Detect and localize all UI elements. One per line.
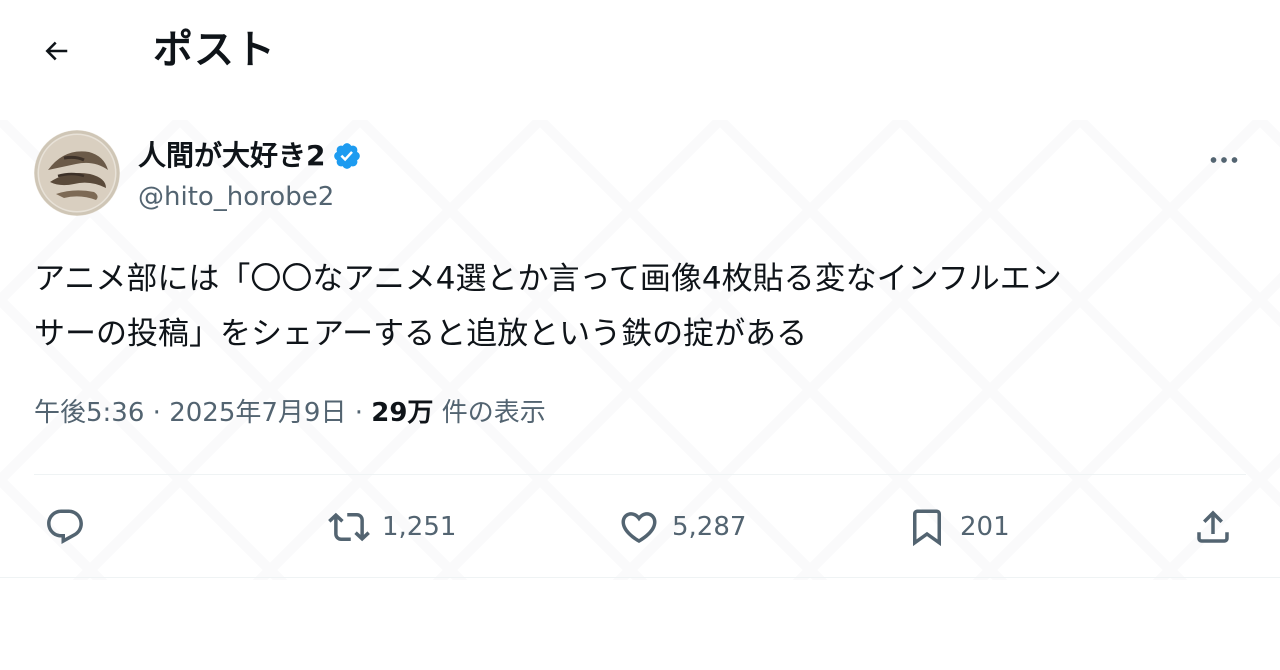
divider bbox=[0, 577, 1280, 578]
like-button[interactable]: 5,287 bbox=[618, 498, 746, 556]
user-handle[interactable]: @hito_horobe2 bbox=[138, 180, 334, 214]
post-author: 人間が大好き2 @hito_horobe2 bbox=[34, 130, 1246, 220]
post-text: アニメ部には「〇〇なアニメ4選とか言って画像4枚貼る変なインフルエン サーの投稿… bbox=[34, 252, 1246, 362]
verified-badge-icon[interactable] bbox=[331, 140, 363, 172]
back-button[interactable] bbox=[30, 25, 82, 77]
display-name-row: 人間が大好き2 bbox=[138, 138, 363, 174]
reply-button[interactable] bbox=[44, 498, 98, 556]
meta-separator: · bbox=[354, 398, 363, 428]
arrow-left-icon bbox=[45, 41, 68, 61]
views-count[interactable]: 29万 bbox=[371, 398, 433, 428]
post-text-line: サーの投稿」をシェアーすると追放という鉄の掟がある bbox=[34, 316, 808, 352]
post-text-line: アニメ部には「〇〇なアニメ4選とか言って画像4枚貼る変なインフルエン bbox=[34, 261, 1062, 297]
reply-icon bbox=[47, 509, 83, 544]
page-header: ポスト bbox=[0, 0, 1280, 100]
more-button[interactable] bbox=[1202, 138, 1246, 182]
heart-icon bbox=[621, 512, 657, 544]
like-count: 5,287 bbox=[672, 512, 747, 542]
post-date[interactable]: 2025年7月9日 bbox=[169, 398, 346, 428]
repost-icon bbox=[328, 512, 370, 542]
avatar[interactable] bbox=[34, 130, 120, 216]
page-title: ポスト bbox=[153, 27, 276, 73]
views-label: 件の表示 bbox=[441, 398, 546, 428]
bookmark-count: 201 bbox=[960, 512, 1010, 542]
bookmark-icon bbox=[913, 509, 941, 547]
post-time[interactable]: 午後5:36 bbox=[34, 398, 144, 428]
bookmark-button[interactable]: 201 bbox=[906, 498, 1010, 556]
repost-button[interactable]: 1,251 bbox=[328, 498, 456, 556]
share-button[interactable] bbox=[1192, 498, 1234, 556]
repost-count: 1,251 bbox=[382, 512, 457, 542]
display-name[interactable]: 人間が大好き2 bbox=[138, 138, 325, 174]
more-horizontal-icon bbox=[1210, 157, 1238, 163]
divider bbox=[34, 474, 1246, 475]
share-icon bbox=[1197, 510, 1229, 543]
post-actions: 1,251 5,287 201 bbox=[34, 498, 1246, 556]
meta-separator: · bbox=[152, 398, 161, 428]
post-meta: 午後5:36 · 2025年7月9日 · 29万 件の表示 bbox=[34, 393, 546, 433]
avatar-image bbox=[34, 130, 120, 216]
